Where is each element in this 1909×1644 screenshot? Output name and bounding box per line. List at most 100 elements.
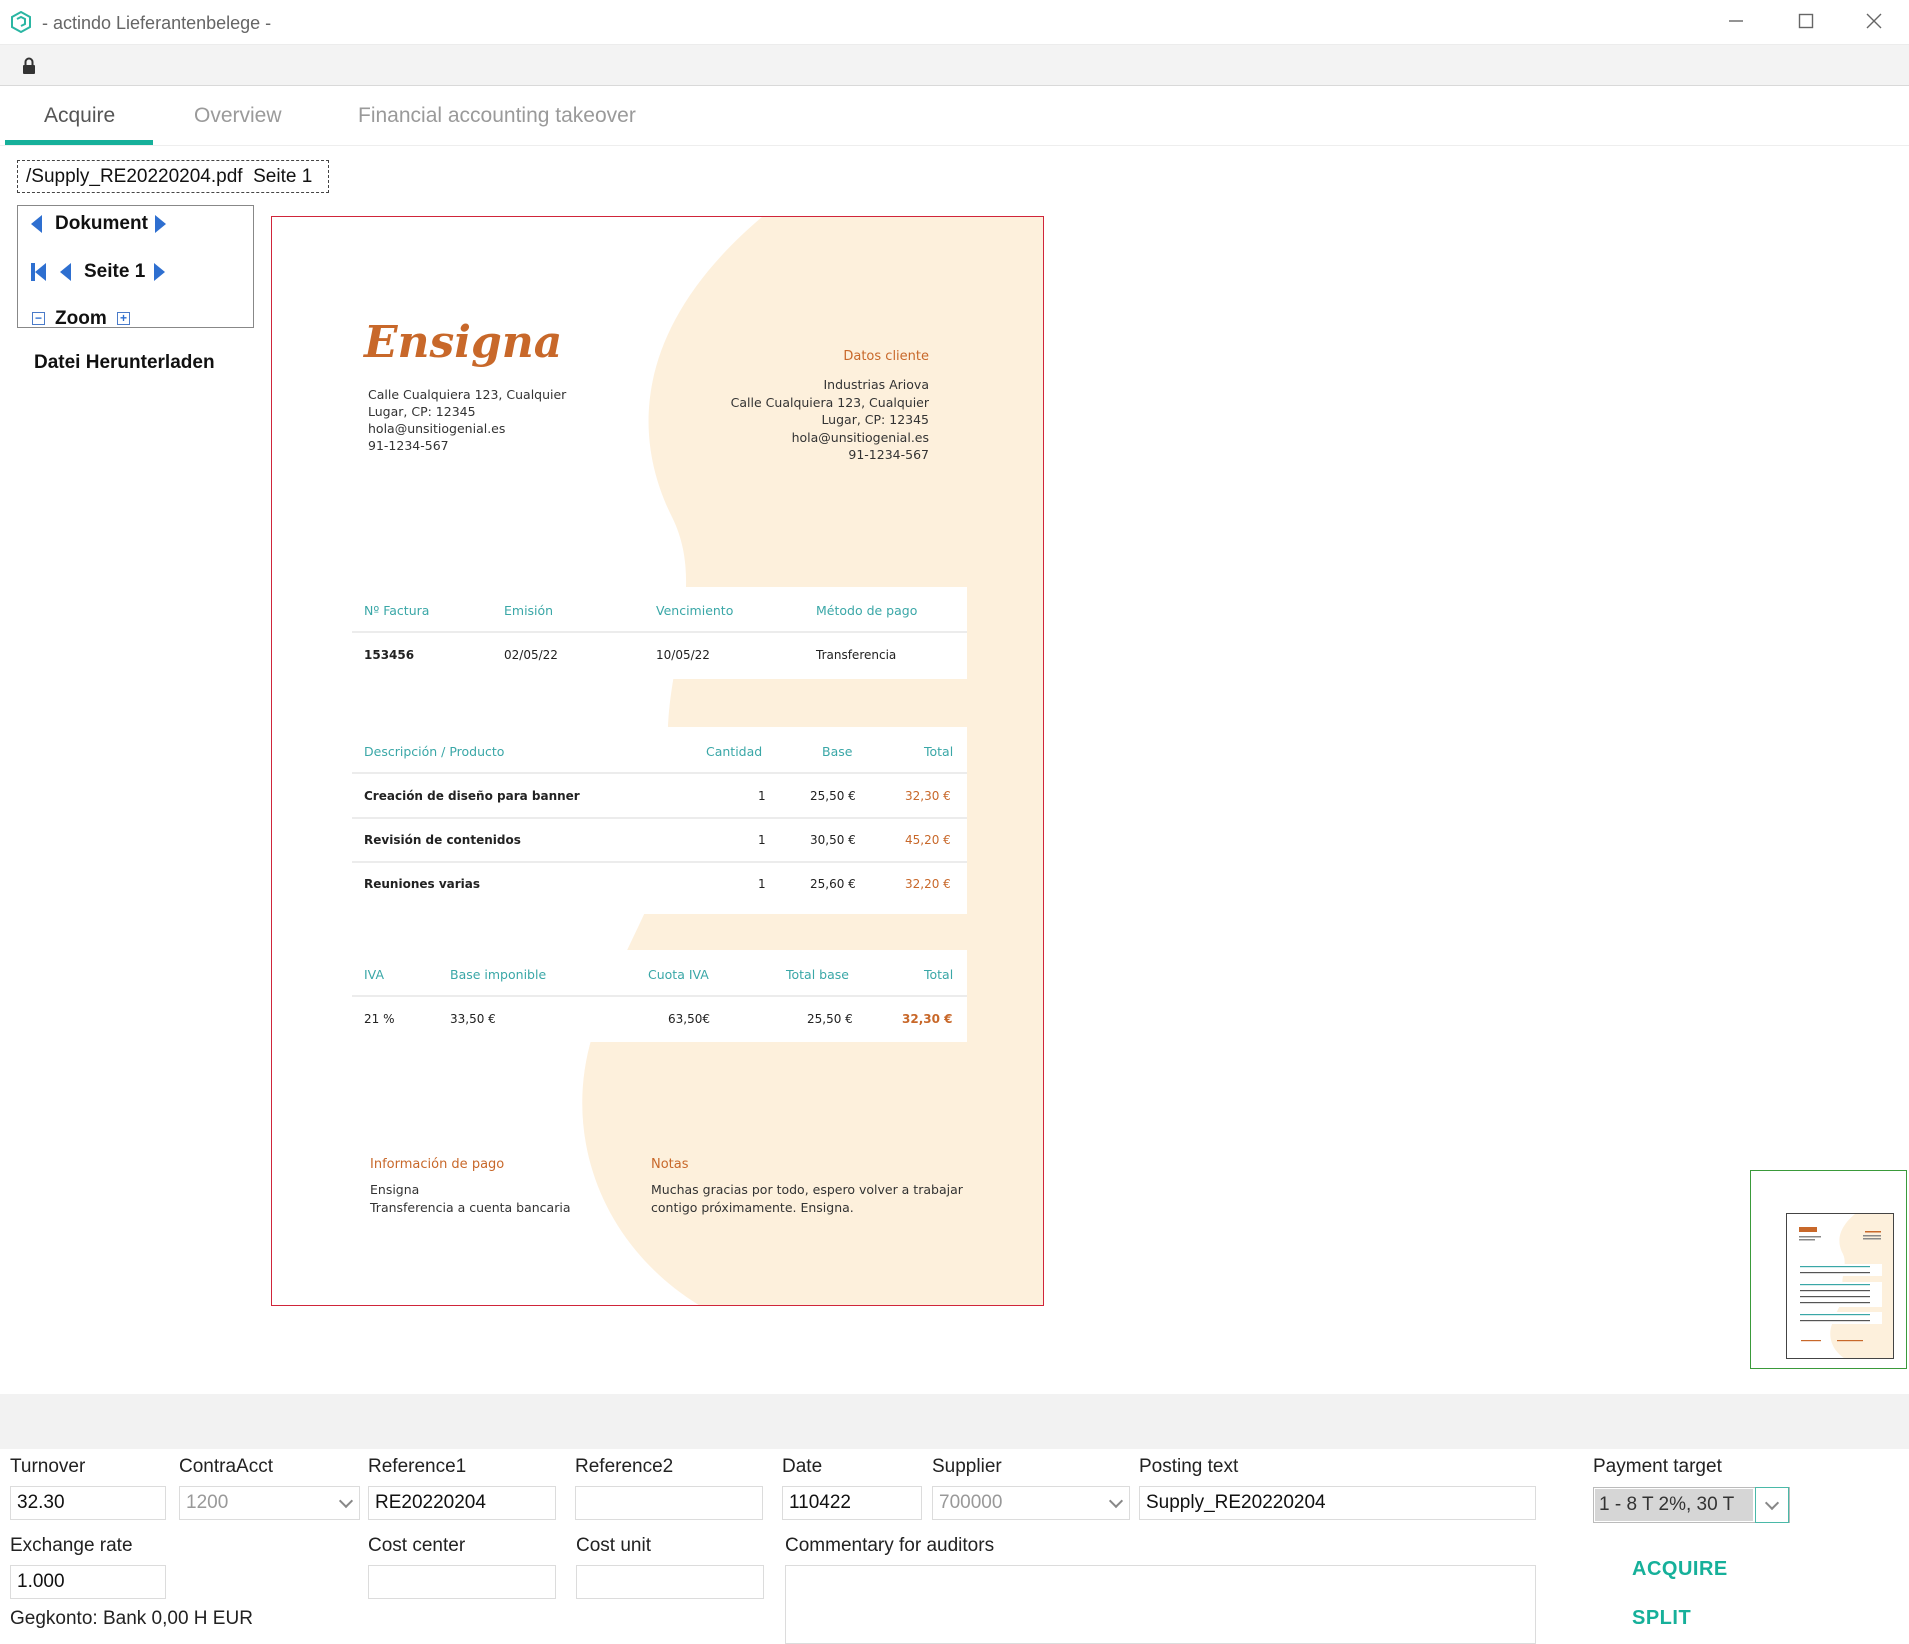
- client-heading: Datos cliente: [843, 349, 929, 364]
- address-bar: [0, 45, 1909, 86]
- reference2-input[interactable]: [575, 1486, 763, 1520]
- exchange-rate-label: Exchange rate: [10, 1535, 133, 1556]
- invoice-meta-table: Nº Factura Emisión Vencimiento Método de…: [352, 587, 967, 679]
- gegkonto-info: Gegkonto: Bank 0,00 H EUR: [10, 1608, 253, 1629]
- page-nav-row: Seite 1: [18, 257, 253, 287]
- payment-info-heading: Información de pago: [370, 1157, 505, 1172]
- client-address: Industrias Ariova Calle Cualquiera 123, …: [730, 377, 929, 462]
- tab-acquire[interactable]: Acquire: [44, 104, 115, 128]
- cost-center-input[interactable]: [368, 1565, 556, 1599]
- document-nav-row: Dokument: [18, 209, 253, 239]
- table-cell: Creación de diseño para banner: [364, 789, 580, 803]
- sender-address: Calle Cualquiera 123, Cualquier Lugar, C…: [368, 387, 567, 453]
- notes-text: Muchas gracias por todo, espero volver a…: [651, 1182, 963, 1215]
- zoom-out-icon[interactable]: −: [32, 312, 45, 325]
- form-separator-strip: [0, 1394, 1909, 1449]
- payment-target-dropdown-button[interactable]: [1755, 1487, 1789, 1523]
- table-cell: 45,20 €: [905, 833, 951, 847]
- table-header: Total: [924, 967, 954, 982]
- commentary-label: Commentary for auditors: [785, 1535, 995, 1556]
- table-cell: 30,50 €: [810, 833, 856, 847]
- table-cell: 25,50 €: [807, 1012, 853, 1026]
- chevron-down-icon: [338, 1493, 354, 1509]
- table-cell: 10/05/22: [656, 648, 710, 662]
- supplier-select[interactable]: 700000: [932, 1486, 1130, 1520]
- chevron-down-icon: [1764, 1495, 1780, 1511]
- table-cell: 32,30 €: [902, 1012, 953, 1026]
- table-header: Descripción / Producto: [364, 744, 505, 759]
- turnover-input[interactable]: 32.30: [10, 1486, 166, 1520]
- table-cell: 25,50 €: [810, 789, 856, 803]
- page-thumbnail[interactable]: [1750, 1170, 1907, 1369]
- posting-text-label: Posting text: [1139, 1456, 1239, 1477]
- supplier-label: Supplier: [932, 1456, 1002, 1477]
- minimize-icon: [1729, 20, 1743, 22]
- split-button[interactable]: SPLIT: [1632, 1607, 1691, 1630]
- table-cell: 1: [758, 877, 766, 891]
- table-header: Emisión: [504, 603, 554, 618]
- document-nav-label: Dokument: [55, 213, 148, 234]
- table-cell: Transferencia: [816, 648, 897, 662]
- close-icon: [1866, 13, 1882, 29]
- zoom-in-icon[interactable]: +: [117, 312, 130, 325]
- contra-acct-label: ContraAcct: [179, 1456, 273, 1477]
- invoice-items-table: Descripción / Producto Cantidad Base Tot…: [352, 727, 967, 914]
- contra-acct-select[interactable]: 1200: [179, 1486, 360, 1520]
- reference1-input[interactable]: RE20220204: [368, 1486, 556, 1520]
- maximize-icon: [1798, 13, 1814, 29]
- table-cell: 32,30 €: [905, 789, 951, 803]
- previous-page-icon[interactable]: [60, 263, 71, 281]
- table-cell: 33,50 €: [450, 1012, 496, 1026]
- next-page-icon[interactable]: [154, 263, 165, 281]
- table-cell: Reuniones varias: [364, 877, 481, 891]
- close-button[interactable]: [1854, 8, 1894, 38]
- turnover-label: Turnover: [10, 1456, 86, 1477]
- date-label: Date: [782, 1456, 823, 1477]
- lock-icon: [23, 57, 35, 74]
- commentary-textarea[interactable]: [785, 1565, 1536, 1644]
- next-document-icon[interactable]: [155, 215, 166, 233]
- payment-target-value[interactable]: 1 - 8 T 2%, 30 T: [1595, 1489, 1753, 1521]
- table-cell: 32,20 €: [905, 877, 951, 891]
- zoom-label: Zoom: [55, 308, 107, 329]
- minimize-button[interactable]: [1716, 8, 1756, 38]
- cost-center-label: Cost center: [368, 1535, 466, 1556]
- maximize-button[interactable]: [1786, 8, 1826, 38]
- tab-financial-accounting-takeover[interactable]: Financial accounting takeover: [358, 104, 636, 128]
- zoom-nav-row: − Zoom +: [18, 304, 253, 334]
- tab-bar: Acquire Overview Financial accounting ta…: [0, 86, 1909, 146]
- table-cell: 63,50€: [668, 1012, 710, 1026]
- invoice-brand: Ensigna: [364, 317, 563, 368]
- payment-target-label: Payment target: [1593, 1456, 1722, 1477]
- notes-heading: Notas: [651, 1157, 689, 1172]
- download-file-link[interactable]: Datei Herunterladen: [34, 352, 215, 374]
- table-header: Método de pago: [816, 603, 918, 618]
- thumbnail-page: [1786, 1213, 1894, 1359]
- payment-target-select[interactable]: 1 - 8 T 2%, 30 T: [1593, 1487, 1790, 1523]
- reference1-label: Reference1: [368, 1456, 467, 1477]
- page-nav-label: Seite 1: [84, 261, 146, 282]
- reference2-label: Reference2: [575, 1456, 674, 1477]
- tab-overview[interactable]: Overview: [194, 104, 282, 128]
- invoice-tax-table: IVA Base imponible Cuota IVA Total base …: [352, 950, 967, 1042]
- previous-document-icon[interactable]: [31, 215, 42, 233]
- table-header: IVA: [364, 967, 384, 982]
- first-page-icon[interactable]: [31, 263, 47, 281]
- posting-text-input[interactable]: Supply_RE20220204: [1139, 1486, 1536, 1520]
- app-logo-icon: [11, 11, 31, 33]
- acquire-button[interactable]: ACQUIRE: [1632, 1558, 1728, 1581]
- exchange-rate-input[interactable]: 1.000: [10, 1565, 166, 1599]
- title-bar: - actindo Lieferantenbelege -: [0, 0, 1909, 45]
- table-header: Cantidad: [706, 744, 763, 759]
- table-cell: 153456: [364, 648, 415, 662]
- cost-unit-input[interactable]: [576, 1565, 764, 1599]
- table-header: Base: [822, 744, 853, 759]
- thumbnail-preview-image: [1798, 1214, 1893, 1358]
- cost-unit-label: Cost unit: [576, 1535, 651, 1556]
- file-name-label: /Supply_RE20220204.pdf Seite 1: [17, 160, 329, 193]
- date-input[interactable]: 110422: [782, 1486, 922, 1520]
- table-header: Nº Factura: [364, 603, 430, 618]
- table-header: Total base: [786, 967, 849, 982]
- table-header: Vencimiento: [656, 603, 734, 618]
- table-cell: 1: [758, 789, 766, 803]
